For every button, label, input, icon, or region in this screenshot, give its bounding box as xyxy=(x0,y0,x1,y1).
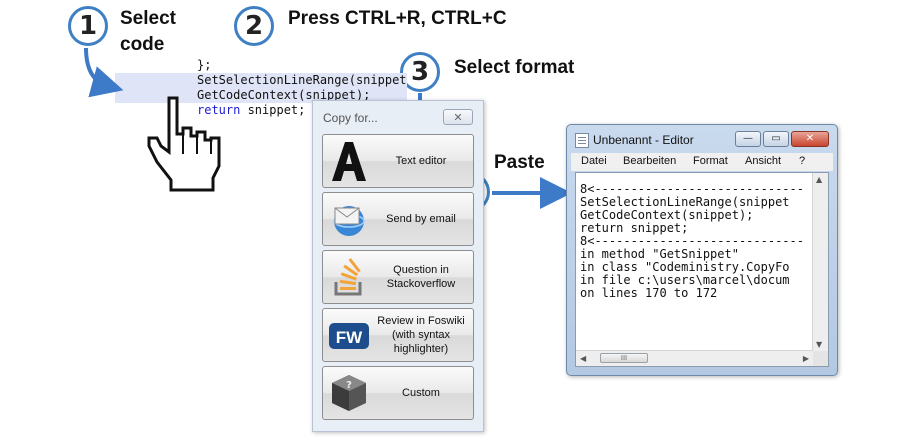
custom-button[interactable]: ? Custom xyxy=(322,366,474,420)
notepad-window: Unbenannt - Editor — ▭ ✕ Datei Bearbeite… xyxy=(566,124,838,376)
foswiki-icon: FW xyxy=(329,323,369,349)
notepad-text-area[interactable]: 8<----------------------------- SetSelec… xyxy=(575,172,829,367)
svg-text:?: ? xyxy=(346,380,352,391)
menu-bearbeiten[interactable]: Bearbeiten xyxy=(623,155,676,167)
notepad-title: Unbenannt - Editor xyxy=(593,133,694,147)
notepad-content: 8<----------------------------- SetSelec… xyxy=(580,182,804,300)
scroll-right-icon[interactable]: ▶ xyxy=(803,354,809,363)
stackoverflow-icon xyxy=(334,258,362,296)
text-editor-icon xyxy=(332,142,366,181)
email-icon xyxy=(333,206,365,236)
copy-for-dialog: Copy for... ✕ Text editor Send by email … xyxy=(312,100,484,432)
scroll-left-icon[interactable]: ◀ xyxy=(580,354,586,363)
close-button[interactable]: ✕ xyxy=(791,131,829,147)
vertical-scrollbar[interactable]: ▲ ▼ xyxy=(812,173,828,351)
scroll-down-icon[interactable]: ▼ xyxy=(816,340,822,349)
text-editor-button[interactable]: Text editor xyxy=(322,134,474,188)
dialog-close-button[interactable]: ✕ xyxy=(443,109,473,125)
notepad-menubar: Datei Bearbeiten Format Ansicht ? xyxy=(571,153,833,171)
send-by-email-button[interactable]: Send by email xyxy=(322,192,474,246)
hand-cursor-icon xyxy=(147,96,221,192)
menu-help[interactable]: ? xyxy=(799,155,805,167)
minimize-button[interactable]: — xyxy=(735,131,761,147)
stackoverflow-button[interactable]: Question in Stackoverflow xyxy=(322,250,474,304)
foswiki-button[interactable]: FW Review in Foswiki (with syntax highli… xyxy=(322,308,474,362)
menu-format[interactable]: Format xyxy=(693,155,728,167)
maximize-button[interactable]: ▭ xyxy=(763,131,789,147)
foswiki-label: Review in Foswiki (with syntax highlight… xyxy=(377,315,465,355)
menu-datei[interactable]: Datei xyxy=(581,155,607,167)
custom-icon: ? xyxy=(332,375,366,411)
scrollbar-corner xyxy=(813,351,828,366)
send-by-email-label: Send by email xyxy=(386,213,456,225)
stackoverflow-label: Question in Stackoverflow xyxy=(386,264,456,290)
scroll-up-icon[interactable]: ▲ xyxy=(816,175,822,184)
menu-ansicht[interactable]: Ansicht xyxy=(745,155,781,167)
text-editor-label: Text editor xyxy=(395,155,447,167)
custom-label: Custom xyxy=(402,387,440,399)
dialog-title: Copy for... xyxy=(323,111,378,125)
horizontal-scroll-thumb[interactable]: III xyxy=(600,353,648,363)
arrow-step-1 xyxy=(84,47,124,98)
svg-text:FW: FW xyxy=(336,328,363,347)
horizontal-scrollbar[interactable]: ◀ III ▶ xyxy=(576,350,813,366)
notepad-app-icon xyxy=(575,133,589,148)
